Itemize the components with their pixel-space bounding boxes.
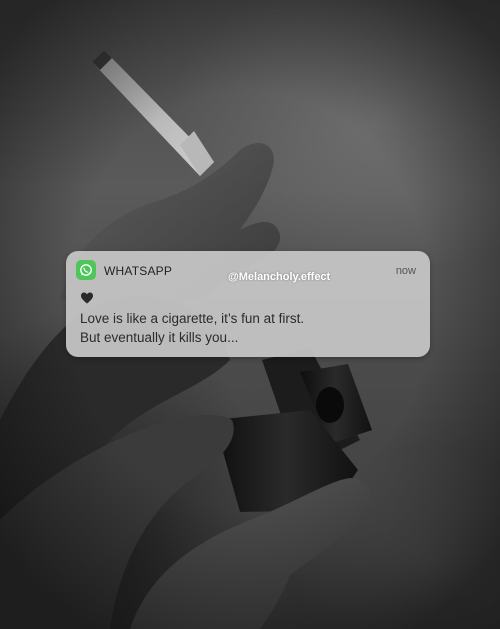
notification-banner[interactable]: WHATSAPP @Melancholy.effect now Love is … (66, 251, 430, 357)
notification-message: Love is like a cigarette, it’s fun at fi… (80, 309, 420, 347)
whatsapp-icon (76, 260, 96, 280)
black-heart-icon (81, 292, 93, 304)
message-line: Love is like a cigarette, it’s fun at fi… (80, 311, 305, 326)
message-line: But eventually it kills you... (80, 330, 239, 345)
notification-time: now (395, 265, 416, 277)
app-name: WHATSAPP (104, 264, 173, 278)
cigarette (92, 50, 214, 176)
source-handle: @Melancholy.effect (228, 271, 331, 283)
